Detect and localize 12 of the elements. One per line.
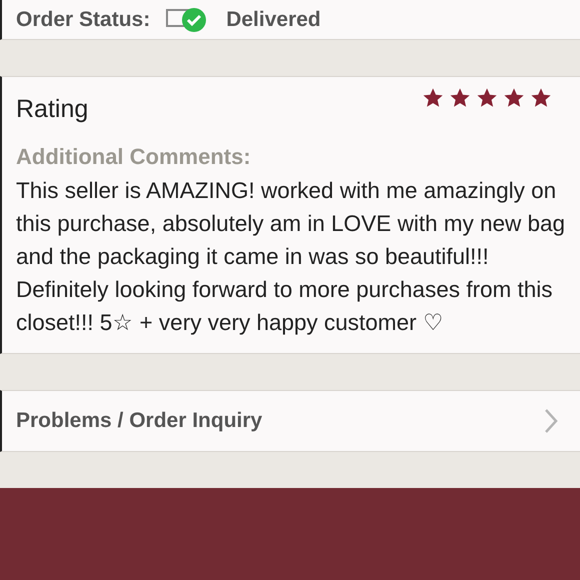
status-value: Delivered	[226, 8, 321, 32]
rating-title: Rating	[16, 95, 88, 124]
star-icon	[503, 87, 525, 109]
comments-text: This seller is AMAZING! worked with me amazingly on this purchase, absolutely am in LOVE with my new bag and the packaging it came in was so beautiful!!! Definitely looking forward to more purchases from this closet!!! 5☆ + very very happy customer ♡	[16, 177, 566, 337]
star-icon	[449, 87, 471, 109]
comments-label: Additional Comments:	[16, 144, 252, 170]
status-label: Order Status:	[16, 8, 150, 32]
chevron-right-icon	[544, 408, 558, 434]
star-icon	[530, 87, 552, 109]
star-icon	[422, 87, 444, 109]
inquiry-row[interactable]: Problems / Order Inquiry	[0, 390, 580, 452]
star-icon	[476, 87, 498, 109]
